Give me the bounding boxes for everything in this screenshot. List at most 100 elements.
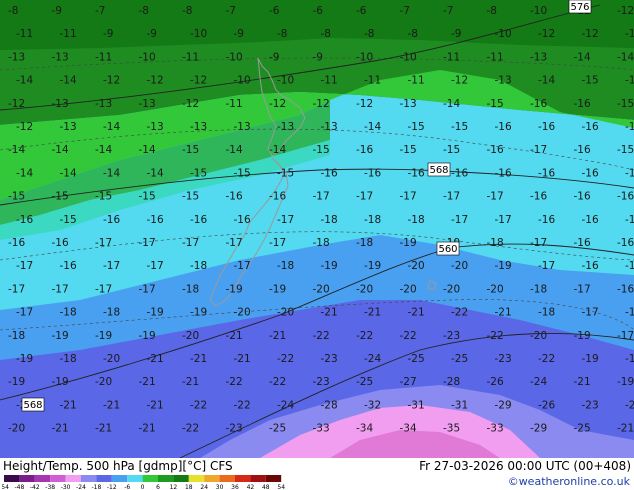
temperature-value: -17 <box>625 214 634 226</box>
temperature-value: -17 <box>16 307 33 319</box>
temperature-value: -12 <box>103 75 120 87</box>
temperature-value: -25 <box>269 423 286 435</box>
temperature-value: -17 <box>139 237 156 249</box>
temperature-value: -16 <box>495 121 512 133</box>
temperature-value: -8 <box>139 5 149 17</box>
color-scale-label: 54 <box>277 484 285 490</box>
temperature-value: -15 <box>408 121 425 133</box>
temperature-value: -18 <box>530 283 547 295</box>
temperature-value: -15 <box>139 191 156 203</box>
color-scale-label: -12 <box>107 484 117 490</box>
temperature-value: -8 <box>182 5 192 17</box>
temperature-value: -16 <box>617 237 634 249</box>
temperature-value: -17 <box>16 260 33 272</box>
temperature-value: -10 <box>139 51 156 63</box>
temperature-value: -25 <box>574 423 591 435</box>
temperature-value: -13 <box>190 121 207 133</box>
temperature-value: -20 <box>408 260 425 272</box>
temperature-value: -12 <box>8 98 25 110</box>
temperature-value: -31 <box>451 399 468 411</box>
temperature-value: -21 <box>190 353 207 365</box>
temperature-value: -22 <box>356 330 373 342</box>
temperature-value: -18 <box>103 307 120 319</box>
temperature-value: -13 <box>234 121 251 133</box>
color-scale-swatch <box>158 475 174 482</box>
temperature-value: -6 <box>356 5 367 17</box>
temperature-value: -12 <box>147 75 164 87</box>
temperature-value: -12 <box>16 121 33 133</box>
temperature-value: -19 <box>617 376 634 388</box>
temperature-value: -28 <box>443 376 460 388</box>
temperature-value: -9 <box>451 28 461 40</box>
temperature-value: -17 <box>139 283 156 295</box>
temperature-value: -14 <box>364 121 381 133</box>
temperature-value: -9 <box>103 28 113 40</box>
temperature-value: -14 <box>617 51 634 63</box>
temperature-value: -25 <box>451 353 468 365</box>
color-scale-label: 48 <box>262 484 270 490</box>
temperature-value: -16 <box>234 214 251 226</box>
temperature-value: -21 <box>95 423 112 435</box>
temperature-value: -18 <box>277 260 294 272</box>
color-scale-label: 42 <box>247 484 255 490</box>
temperature-value: -19 <box>321 260 338 272</box>
temperature-value: -9 <box>52 5 62 17</box>
temperature-value: -31 <box>408 399 425 411</box>
temperature-value: -8 <box>487 5 497 17</box>
temperature-value: -15 <box>625 260 634 272</box>
temperature-value: -16 <box>530 98 547 110</box>
temperature-value: -12 <box>356 98 373 110</box>
temperature-value: -10 <box>400 51 417 63</box>
temperature-value: -33 <box>487 423 504 435</box>
temperature-value: -13 <box>139 98 156 110</box>
temperature-value: -7 <box>443 5 453 17</box>
temperature-value: -14 <box>16 167 33 179</box>
color-scale-swatch <box>65 475 81 482</box>
temperature-value: -11 <box>60 28 77 40</box>
temperature-value: -20 <box>487 283 504 295</box>
temperature-value: -15 <box>234 167 251 179</box>
temperature-value: -13 <box>8 51 25 63</box>
temperature-value: -10 <box>277 75 294 87</box>
temperature-value: -20 <box>400 283 417 295</box>
temperature-value: -16 <box>538 167 555 179</box>
temperature-value: -17 <box>574 283 591 295</box>
height-label-568-right: 568 <box>427 162 451 177</box>
temperature-value: -19 <box>139 330 156 342</box>
color-scale-label: 0 <box>141 484 145 490</box>
temperature-value: -11 <box>443 51 460 63</box>
temperature-value: -11 <box>226 98 243 110</box>
temperature-value: -15 <box>182 191 199 203</box>
temperature-value: -24 <box>530 376 547 388</box>
temperature-value: -18 <box>408 214 425 226</box>
temperature-value: -20 <box>182 330 199 342</box>
temperature-value: -33 <box>313 423 330 435</box>
temperature-value: -17 <box>52 283 69 295</box>
temperature-value: -20 <box>530 330 547 342</box>
color-scale-label: -30 <box>61 484 71 490</box>
color-scale-label: -54 <box>2 484 9 490</box>
color-scale-label: -48 <box>14 484 24 490</box>
temperature-value: -17 <box>582 307 599 319</box>
temperature-value: -16 <box>582 167 599 179</box>
temperature-value: -26 <box>487 376 504 388</box>
temperature-value: -29 <box>495 399 512 411</box>
temperature-value: -19 <box>16 353 33 365</box>
temperature-value: -23 <box>226 423 243 435</box>
temperature-value: -16 <box>408 167 425 179</box>
temperature-value: -14 <box>139 144 156 156</box>
temperature-value: -16 <box>487 144 504 156</box>
temperature-value: -15 <box>60 214 77 226</box>
credit-link[interactable]: ©weatheronline.co.uk <box>508 475 630 488</box>
temperature-value: -10 <box>356 51 373 63</box>
temperature-value: -8 <box>277 28 287 40</box>
temperature-value: -21 <box>574 376 591 388</box>
temperature-value: -15 <box>451 121 468 133</box>
temperature-value: -24 <box>364 353 381 365</box>
temperature-value: -21 <box>234 353 251 365</box>
color-scale-swatch <box>4 475 20 482</box>
temperature-value: -22 <box>487 330 504 342</box>
temperature-value: -14 <box>269 144 286 156</box>
temperature-value: -22 <box>400 330 417 342</box>
temperature-value: -12 <box>313 98 330 110</box>
